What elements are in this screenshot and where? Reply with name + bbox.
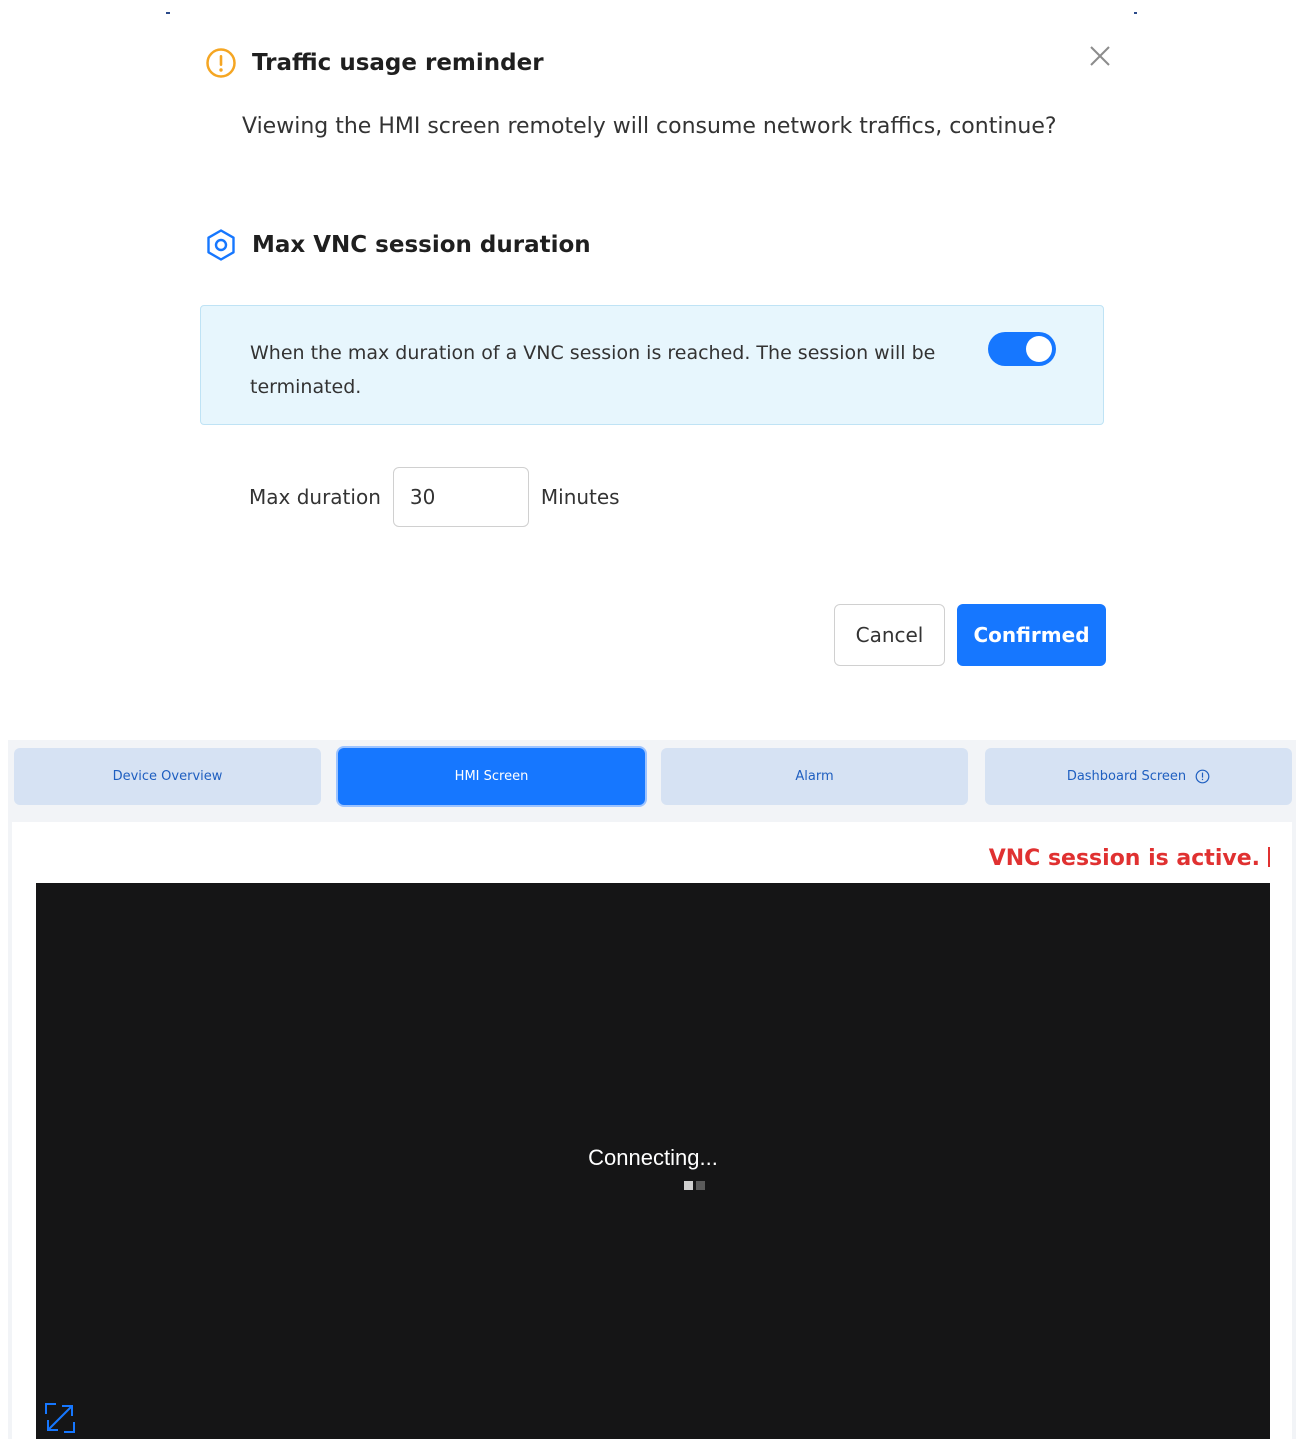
dialog-header: Traffic usage reminder — [204, 46, 544, 80]
vnc-section-title: Max VNC session duration — [252, 232, 591, 258]
fullscreen-button[interactable] — [44, 1402, 76, 1434]
cancel-button[interactable]: Cancel — [834, 604, 945, 666]
loading-indicator — [684, 1181, 708, 1190]
loading-dot — [696, 1181, 705, 1190]
max-duration-row: Max duration Minutes — [249, 466, 620, 528]
connecting-text: Connecting... — [588, 1145, 718, 1170]
tab-alarm[interactable]: Alarm — [661, 748, 968, 805]
expand-icon — [45, 1403, 75, 1433]
tab-device-overview[interactable]: Device Overview — [14, 748, 321, 805]
confirm-button[interactable]: Confirmed — [957, 604, 1106, 666]
tab-hmi-screen[interactable]: HMI Screen — [338, 748, 645, 805]
close-button[interactable] — [1086, 42, 1114, 70]
duration-unit-label: Minutes — [540, 485, 620, 509]
dialog-message: Viewing the HMI screen remotely will con… — [242, 114, 1057, 139]
hmi-screen-content: VNC session is active. Connecting... — [12, 822, 1292, 1439]
max-duration-input[interactable] — [392, 467, 529, 527]
hexagon-settings-icon — [204, 228, 238, 262]
tab-label: Dashboard Screen — [1066, 769, 1187, 784]
max-duration-label: Max duration — [249, 485, 381, 509]
tab-dashboard-screen[interactable]: Dashboard Screen — [985, 748, 1292, 805]
traffic-reminder-dialog: Traffic usage reminder Viewing the HMI s… — [168, 10, 1138, 700]
vnc-info-text: When the max duration of a VNC session i… — [250, 342, 936, 398]
info-icon[interactable] — [1195, 769, 1210, 784]
device-panel: Device Overview HMI Screen Alarm Dashboa… — [8, 740, 1296, 1439]
tab-label: HMI Screen — [454, 769, 529, 784]
tab-label: Alarm — [795, 769, 834, 784]
vnc-status-text: VNC session is active. — [989, 846, 1270, 871]
loading-dot — [684, 1181, 693, 1190]
vnc-screen[interactable]: Connecting... — [36, 883, 1270, 1439]
tab-label: Device Overview — [112, 769, 223, 784]
close-icon — [1090, 46, 1110, 66]
vnc-section-header: Max VNC session duration — [204, 228, 591, 262]
vnc-info-box: When the max duration of a VNC session i… — [200, 305, 1104, 425]
toggle-knob — [1026, 336, 1052, 362]
warning-circle-icon — [204, 46, 238, 80]
dialog-title: Traffic usage reminder — [252, 50, 544, 76]
max-duration-toggle[interactable] — [988, 332, 1056, 366]
